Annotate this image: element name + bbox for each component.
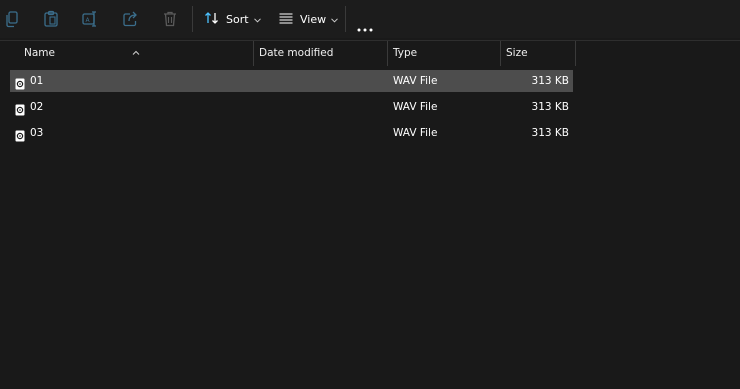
column-divider[interactable] bbox=[500, 41, 501, 66]
file-size: 313 KB bbox=[531, 75, 569, 87]
file-name: 02 bbox=[30, 101, 44, 113]
column-divider[interactable] bbox=[575, 41, 576, 66]
column-header-type[interactable]: Type bbox=[393, 41, 417, 66]
column-header-date-modified[interactable]: Date modified bbox=[259, 41, 333, 66]
sort-label: Sort bbox=[226, 12, 249, 26]
command-bar: A Sort View bbox=[0, 0, 740, 38]
file-size: 313 KB bbox=[531, 127, 569, 139]
file-row[interactable]: 03 WAV File 313 KB bbox=[10, 122, 573, 144]
toolbar-separator bbox=[192, 6, 193, 32]
view-icon bbox=[278, 10, 294, 29]
audio-file-icon bbox=[15, 101, 25, 116]
chevron-down-icon bbox=[253, 13, 261, 26]
column-divider[interactable] bbox=[253, 41, 254, 66]
file-row[interactable]: 01 WAV File 313 KB bbox=[10, 70, 573, 92]
file-type: WAV File bbox=[393, 75, 438, 87]
share-icon[interactable] bbox=[120, 9, 140, 29]
file-type: WAV File bbox=[393, 101, 438, 113]
paste-icon[interactable] bbox=[41, 9, 61, 29]
file-size: 313 KB bbox=[531, 101, 569, 113]
svg-text:A: A bbox=[86, 17, 91, 24]
delete-icon[interactable] bbox=[160, 9, 180, 29]
file-row[interactable]: 02 WAV File 313 KB bbox=[10, 96, 573, 118]
sort-ascending-icon bbox=[132, 41, 140, 55]
column-header-row: Name Date modified Type Size bbox=[0, 41, 740, 66]
file-name: 01 bbox=[30, 75, 44, 87]
sort-icon bbox=[204, 10, 220, 29]
column-divider[interactable] bbox=[387, 41, 388, 66]
copy-icon[interactable] bbox=[2, 9, 22, 29]
file-name: 03 bbox=[30, 127, 44, 139]
rename-icon[interactable]: A bbox=[80, 9, 100, 29]
view-label: View bbox=[300, 12, 327, 26]
chevron-down-icon bbox=[331, 13, 338, 26]
file-type: WAV File bbox=[393, 127, 438, 139]
sort-button[interactable]: Sort bbox=[204, 7, 261, 31]
view-button[interactable]: View bbox=[278, 7, 338, 31]
column-header-name[interactable]: Name bbox=[24, 41, 55, 66]
more-icon[interactable] bbox=[357, 17, 373, 32]
column-header-size[interactable]: Size bbox=[506, 41, 528, 66]
audio-file-icon bbox=[15, 127, 25, 142]
audio-file-icon bbox=[15, 75, 25, 90]
toolbar-separator bbox=[345, 6, 346, 32]
